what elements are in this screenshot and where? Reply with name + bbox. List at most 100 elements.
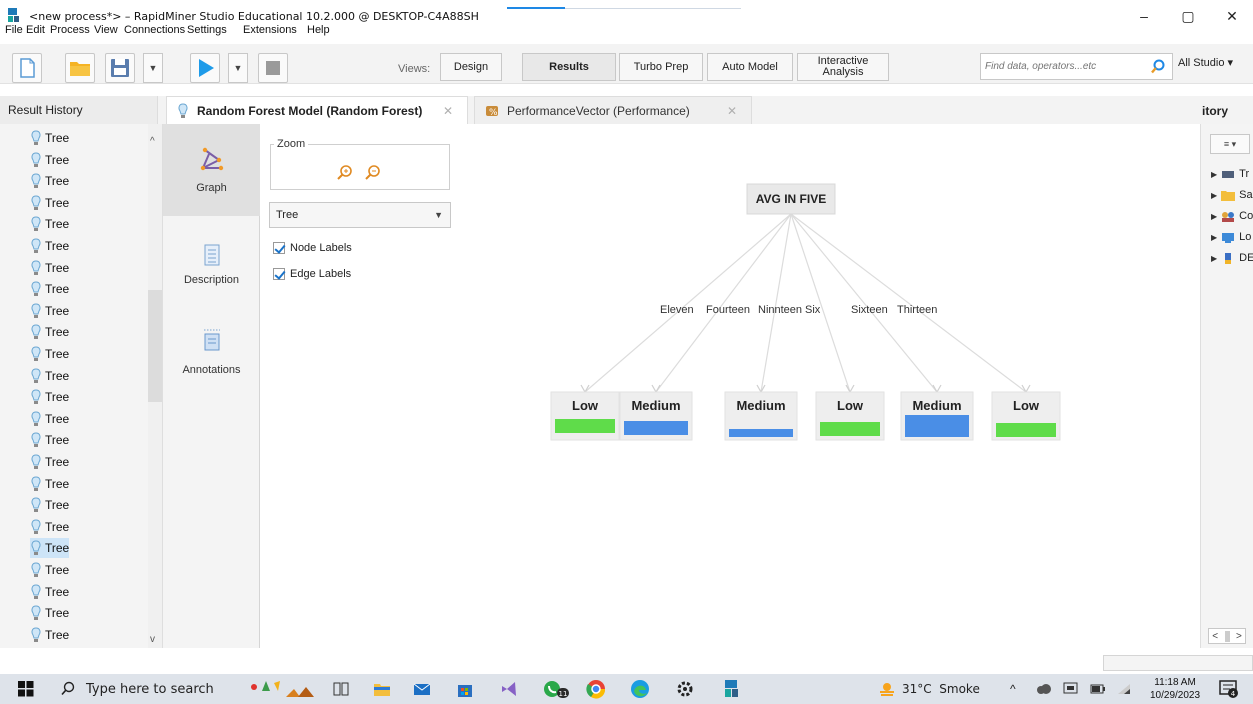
tree-list-item[interactable]: Tree xyxy=(30,452,69,472)
repository-scroll-nav[interactable]: < > xyxy=(1208,628,1246,644)
tree-leaf-class-bar xyxy=(996,423,1056,437)
tree-list-item[interactable]: Tree xyxy=(30,625,69,645)
menu-extensions[interactable]: Extensions xyxy=(243,24,297,36)
scroll-thumb[interactable] xyxy=(1224,630,1230,642)
window-title: <new process*> – RapidMiner Studio Educa… xyxy=(29,10,479,23)
folder-icon xyxy=(1221,190,1236,201)
file-explorer-icon[interactable] xyxy=(373,674,391,704)
maximize-button[interactable]: ▢ xyxy=(1168,5,1208,27)
repo-item-training[interactable]: ▶ Tr xyxy=(1211,166,1249,182)
tree-list-item-label: Tree xyxy=(45,606,70,621)
tree-list-item[interactable]: Tree xyxy=(30,258,69,278)
run-dropdown[interactable]: ▼ xyxy=(228,53,248,83)
save-button[interactable] xyxy=(105,53,135,83)
tree-list-item[interactable]: Tree xyxy=(30,301,69,321)
menu-file[interactable]: File xyxy=(5,24,23,36)
close-tab-icon[interactable]: ✕ xyxy=(727,104,737,118)
tree-list-item[interactable]: Tree xyxy=(30,538,70,559)
menu-process[interactable]: Process xyxy=(50,24,90,36)
tree-list-item[interactable]: Tree xyxy=(30,344,69,364)
tab-random-forest-model[interactable]: Random Forest Model (Random Forest) ✕ xyxy=(166,96,468,124)
nav-graph[interactable]: Graph xyxy=(163,124,260,216)
tree-list-item[interactable]: Tree xyxy=(30,495,69,515)
start-button[interactable] xyxy=(18,674,34,704)
tree-list-item[interactable]: Tree xyxy=(30,150,69,170)
tree-list-item[interactable]: Tree xyxy=(30,279,69,299)
repo-item-db[interactable]: ▶ DE xyxy=(1211,250,1253,266)
tree-list-item[interactable]: Tree xyxy=(30,193,69,213)
tree-list-item[interactable]: Tree xyxy=(30,603,69,623)
scroll-thumb[interactable] xyxy=(148,290,162,402)
tree-list-item[interactable]: Tree xyxy=(30,366,69,386)
stop-button[interactable] xyxy=(258,53,288,83)
visual-studio-icon[interactable] xyxy=(500,674,518,704)
mail-icon[interactable] xyxy=(413,674,431,704)
menu-help[interactable]: Help xyxy=(307,24,330,36)
menu-view[interactable]: View xyxy=(94,24,118,36)
menu-edit[interactable]: Edit xyxy=(26,24,45,36)
studio-scope-dropdown[interactable]: All Studio ▾ xyxy=(1178,56,1233,69)
tree-list-item[interactable]: Tree xyxy=(30,409,69,429)
tab-performance-vector[interactable]: % PerformanceVector (Performance) ✕ xyxy=(474,96,752,124)
save-dropdown[interactable]: ▼ xyxy=(143,53,163,83)
close-tab-icon[interactable]: ✕ xyxy=(443,104,453,118)
chevron-right-icon[interactable]: > xyxy=(1236,631,1242,642)
close-button[interactable]: ✕ xyxy=(1212,5,1252,27)
nav-graph-label: Graph xyxy=(196,182,227,194)
repo-item-samples[interactable]: ▶ Sa xyxy=(1211,187,1253,203)
run-button[interactable] xyxy=(190,53,220,83)
view-interactive-analysis-tab[interactable]: Interactive Analysis xyxy=(797,53,889,81)
battery-icon[interactable] xyxy=(1090,674,1106,704)
tree-list-item[interactable]: Tree xyxy=(30,128,69,148)
tree-list-item[interactable]: Tree xyxy=(30,322,69,342)
tab-result-history[interactable]: Result History xyxy=(0,96,158,124)
scroll-up-icon[interactable]: ^ xyxy=(150,136,155,147)
new-process-button[interactable] xyxy=(12,53,42,83)
minimize-button[interactable]: – xyxy=(1124,5,1164,27)
tree-list-item[interactable]: Tree xyxy=(30,582,69,602)
repo-item-community[interactable]: ▶ Co xyxy=(1211,208,1253,224)
tree-list-item[interactable]: Tree xyxy=(30,171,69,191)
nav-annotations[interactable]: Annotations xyxy=(163,324,260,416)
chevron-left-icon[interactable]: < xyxy=(1212,631,1218,642)
tree-list-item[interactable]: Tree xyxy=(30,474,69,494)
search-highlight-icon[interactable] xyxy=(246,674,318,704)
search-input[interactable] xyxy=(981,54,1141,79)
tree-list-item[interactable]: Tree xyxy=(30,430,69,450)
view-results-tab[interactable]: Results xyxy=(522,53,616,81)
nav-description[interactable]: Description xyxy=(163,234,260,326)
system-clock[interactable]: 11:18 AM 10/29/2023 xyxy=(1150,676,1200,702)
repo-item-local[interactable]: ▶ Lo xyxy=(1211,229,1251,245)
weather-widget[interactable]: 31°C Smoke xyxy=(878,674,980,704)
task-view-icon[interactable] xyxy=(333,674,349,704)
wifi-icon[interactable] xyxy=(1116,674,1132,704)
chevron-up-icon[interactable]: ^ xyxy=(1010,674,1016,704)
chrome-icon[interactable] xyxy=(586,674,606,704)
tree-list-item[interactable]: Tree xyxy=(30,236,69,256)
tree-list-item[interactable]: Tree xyxy=(30,560,69,580)
edge-browser-icon[interactable] xyxy=(630,674,650,704)
tree-list-item[interactable]: Tree xyxy=(30,517,69,537)
taskbar-search[interactable]: Type here to search xyxy=(60,674,214,704)
onedrive-icon[interactable] xyxy=(1036,674,1052,704)
notifications-icon[interactable]: 4 xyxy=(1218,674,1240,704)
rapidminer-taskbar-icon[interactable] xyxy=(722,674,742,704)
tree-list-item[interactable]: Tree xyxy=(30,214,69,234)
view-turbo-prep-tab[interactable]: Turbo Prep xyxy=(619,53,703,81)
tree-edge-label: Thirteen xyxy=(897,304,937,316)
open-process-button[interactable] xyxy=(65,53,95,83)
whatsapp-icon[interactable]: 11 xyxy=(542,674,570,704)
store-icon[interactable] xyxy=(456,674,474,704)
menu-connections[interactable]: Connections xyxy=(124,24,185,36)
display-icon[interactable] xyxy=(1063,674,1079,704)
list-scrollbar[interactable]: ^ v xyxy=(148,124,162,648)
tree-list-item[interactable]: Tree xyxy=(30,387,69,407)
settings-gear-icon[interactable] xyxy=(676,674,694,704)
menu-settings[interactable]: Settings xyxy=(187,24,227,36)
view-design-tab[interactable]: Design xyxy=(440,53,502,81)
scroll-down-icon[interactable]: v xyxy=(150,634,155,645)
global-search[interactable] xyxy=(980,53,1173,80)
search-icon[interactable] xyxy=(1150,59,1166,75)
view-auto-model-tab[interactable]: Auto Model xyxy=(707,53,793,81)
repository-menu-button[interactable]: ≡ ▾ xyxy=(1210,134,1250,154)
